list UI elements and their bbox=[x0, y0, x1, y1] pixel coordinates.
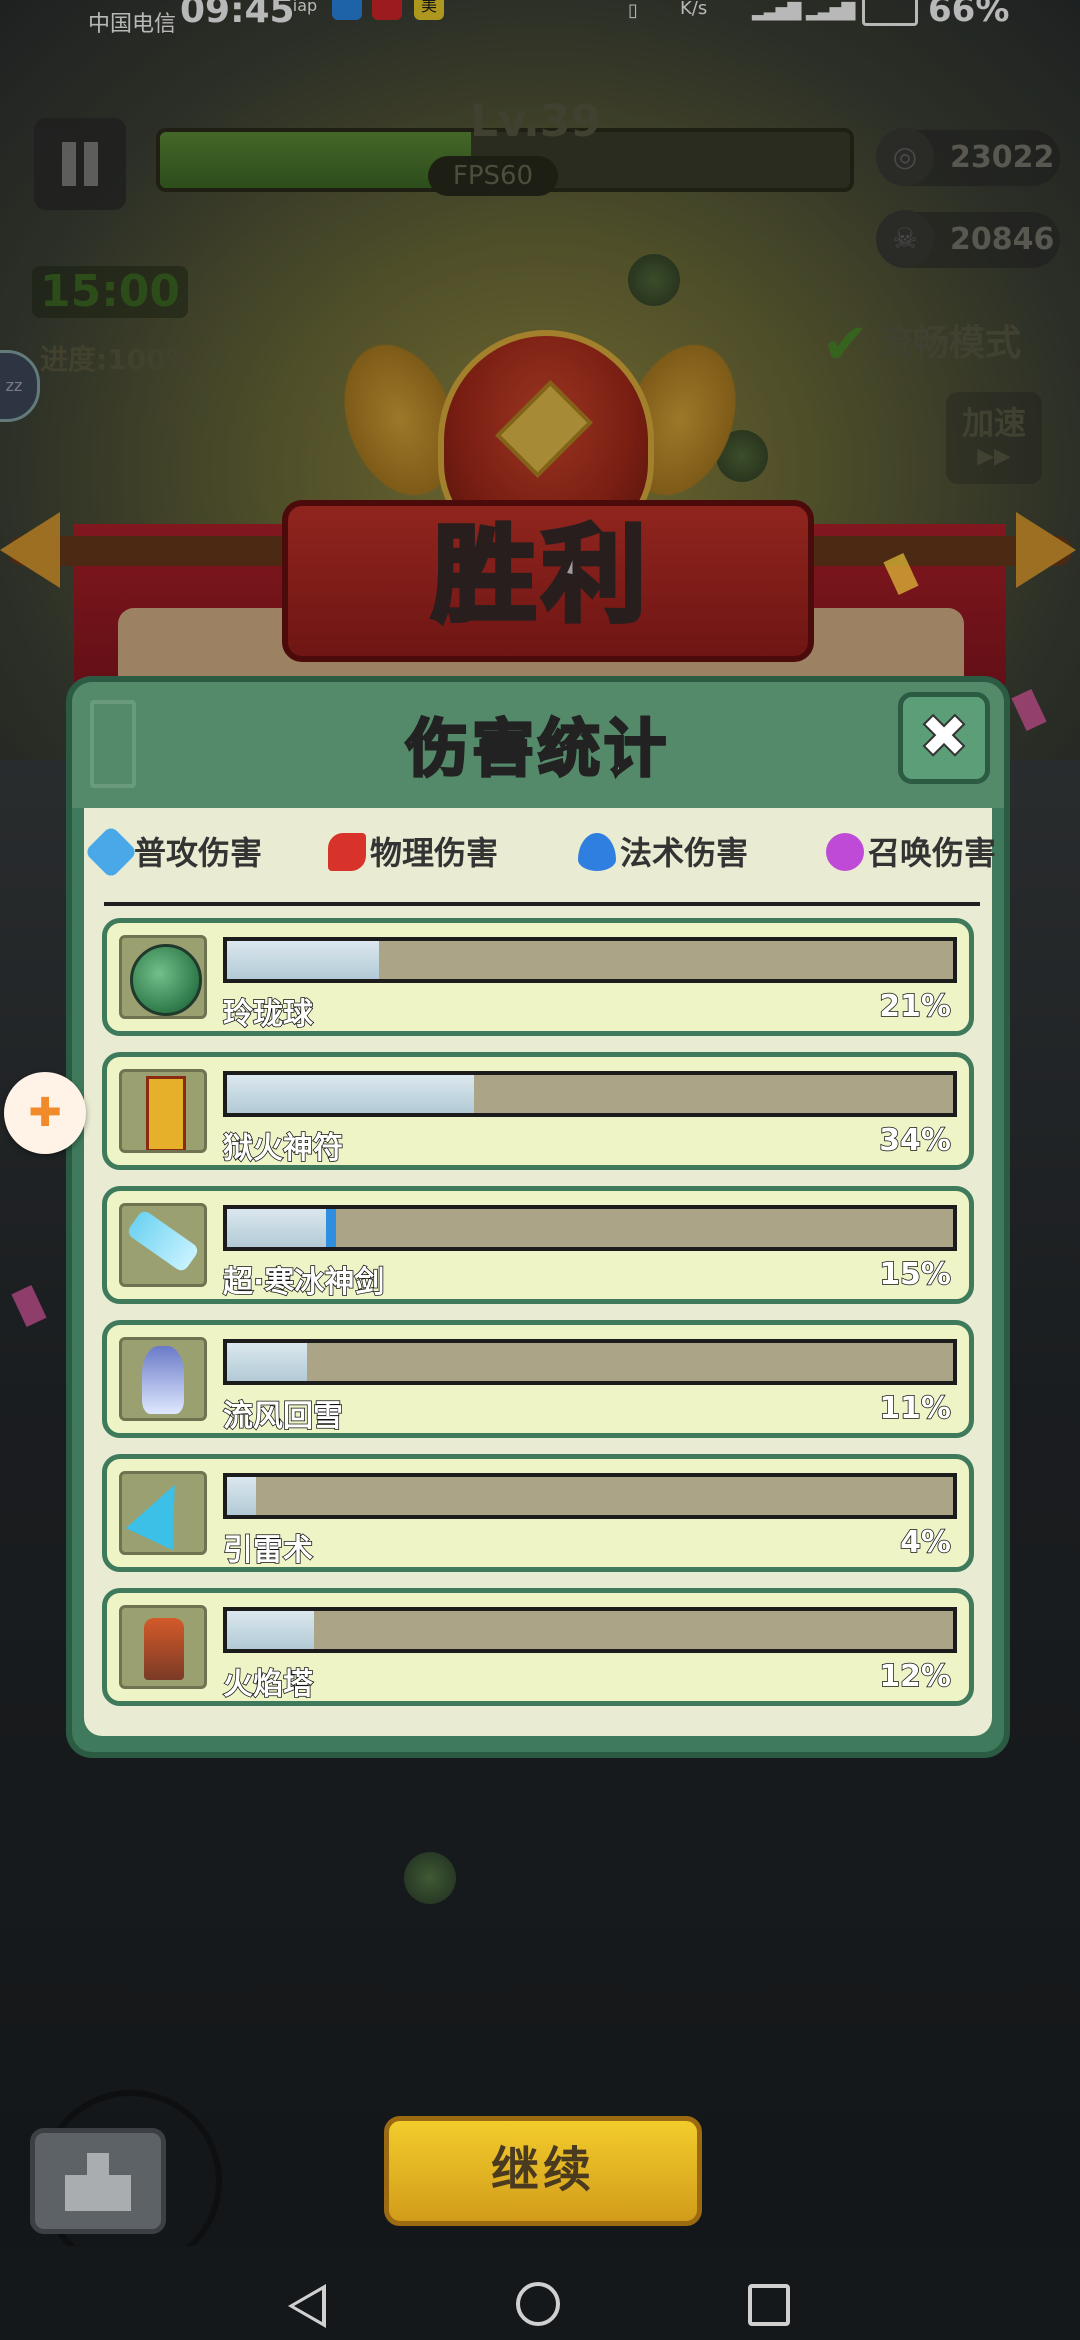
tab-label: 召唤伤害 bbox=[868, 834, 997, 872]
skill-percent: 4% bbox=[899, 1524, 951, 1561]
gamepad-icon: ✚ bbox=[28, 1090, 62, 1136]
ranking-button[interactable] bbox=[30, 2128, 166, 2234]
tab-label: 物理伤害 bbox=[370, 834, 499, 872]
skill-icon-frame bbox=[119, 1471, 207, 1555]
wind-snow-icon bbox=[142, 1346, 184, 1414]
skill-icon-frame bbox=[119, 1605, 207, 1689]
damage-bar bbox=[223, 1071, 957, 1117]
skill-row: 火焰塔 12% bbox=[102, 1588, 974, 1706]
panel-title: 伤害统计 bbox=[404, 711, 670, 787]
tab-summon[interactable]: 召唤伤害 bbox=[826, 828, 996, 878]
skill-percent: 34% bbox=[878, 1122, 951, 1159]
tab-label: 法术伤害 bbox=[620, 834, 749, 872]
skill-icon-frame bbox=[119, 1203, 207, 1287]
skill-percent: 21% bbox=[878, 988, 951, 1025]
skill-name: 引雷术 bbox=[222, 1532, 314, 1569]
tab-physical[interactable]: 物理伤害 bbox=[328, 828, 498, 878]
paw-icon bbox=[826, 833, 864, 871]
skill-row: 玲珑球 21% bbox=[102, 918, 974, 1036]
close-icon: ✖ bbox=[918, 701, 970, 773]
skill-name: 狱火神符 bbox=[222, 1130, 344, 1167]
damage-bar bbox=[223, 1339, 957, 1385]
skill-icon-frame bbox=[119, 1069, 207, 1153]
tab-divider bbox=[104, 902, 980, 906]
damage-bar-fill bbox=[227, 1343, 307, 1381]
continue-button[interactable]: 继续 bbox=[384, 2116, 702, 2226]
tab-magic[interactable]: 法术伤害 bbox=[578, 828, 748, 878]
skill-row: 狱火神符 34% bbox=[102, 1052, 974, 1170]
claw-icon bbox=[328, 833, 366, 871]
skill-row: 流风回雪 11% bbox=[102, 1320, 974, 1438]
ice-sword-icon bbox=[125, 1208, 201, 1274]
damage-bar bbox=[223, 1473, 957, 1519]
lightning-icon bbox=[125, 1474, 199, 1551]
damage-bar-fill bbox=[227, 941, 380, 979]
fire-tower-icon bbox=[144, 1618, 184, 1680]
sword-icon bbox=[84, 825, 138, 879]
skill-icon-frame bbox=[119, 935, 207, 1019]
damage-bar-fill bbox=[227, 1477, 257, 1515]
damage-bar-fill bbox=[227, 1209, 336, 1247]
skill-name: 玲珑球 bbox=[222, 996, 314, 1033]
damage-bar bbox=[223, 937, 957, 983]
damage-bar-fill bbox=[227, 1075, 474, 1113]
damage-bar bbox=[223, 1205, 957, 1251]
skill-name: 超·寒冰神剑 bbox=[222, 1264, 385, 1301]
nav-home-icon[interactable] bbox=[516, 2282, 560, 2326]
damage-bar-tip bbox=[325, 1209, 336, 1247]
damage-bar-fill bbox=[227, 1611, 315, 1649]
panel-header: 伤害统计 ✖ bbox=[72, 682, 1004, 808]
talisman-icon bbox=[146, 1076, 186, 1150]
skill-percent: 15% bbox=[878, 1256, 951, 1293]
skill-row: 引雷术 4% bbox=[102, 1454, 974, 1572]
skill-name: 火焰塔 bbox=[222, 1666, 314, 1703]
floating-gamepad-button[interactable]: ✚ bbox=[4, 1072, 86, 1154]
close-button[interactable]: ✖ bbox=[898, 692, 990, 784]
tab-normal-attack[interactable]: 普攻伤害 bbox=[84, 825, 263, 879]
nav-recent-apps-icon[interactable] bbox=[748, 2284, 790, 2326]
floating-orb bbox=[404, 1852, 456, 1904]
nav-back-icon-inner bbox=[294, 2290, 322, 2322]
damage-type-tabs: 普攻伤害 物理伤害 法术伤害 召唤伤害 bbox=[84, 808, 996, 888]
skill-percent: 11% bbox=[878, 1390, 951, 1427]
damage-bar bbox=[223, 1607, 957, 1653]
tab-label: 普攻伤害 bbox=[134, 834, 263, 872]
flame-icon bbox=[578, 833, 616, 871]
skill-row: 超·寒冰神剑 15% bbox=[102, 1186, 974, 1304]
skill-icon-frame bbox=[119, 1337, 207, 1421]
skill-name: 流风回雪 bbox=[222, 1398, 344, 1435]
damage-stats-panel: 伤害统计 ✖ 普攻伤害 物理伤害 法术伤害 召唤伤害 玲珑球 21% 狱火神符 … bbox=[66, 676, 1010, 1758]
jade-ball-icon bbox=[130, 944, 202, 1016]
skill-percent: 12% bbox=[878, 1658, 951, 1695]
panel-body: 普攻伤害 物理伤害 法术伤害 召唤伤害 玲珑球 21% 狱火神符 34% 超·寒… bbox=[84, 808, 996, 1736]
